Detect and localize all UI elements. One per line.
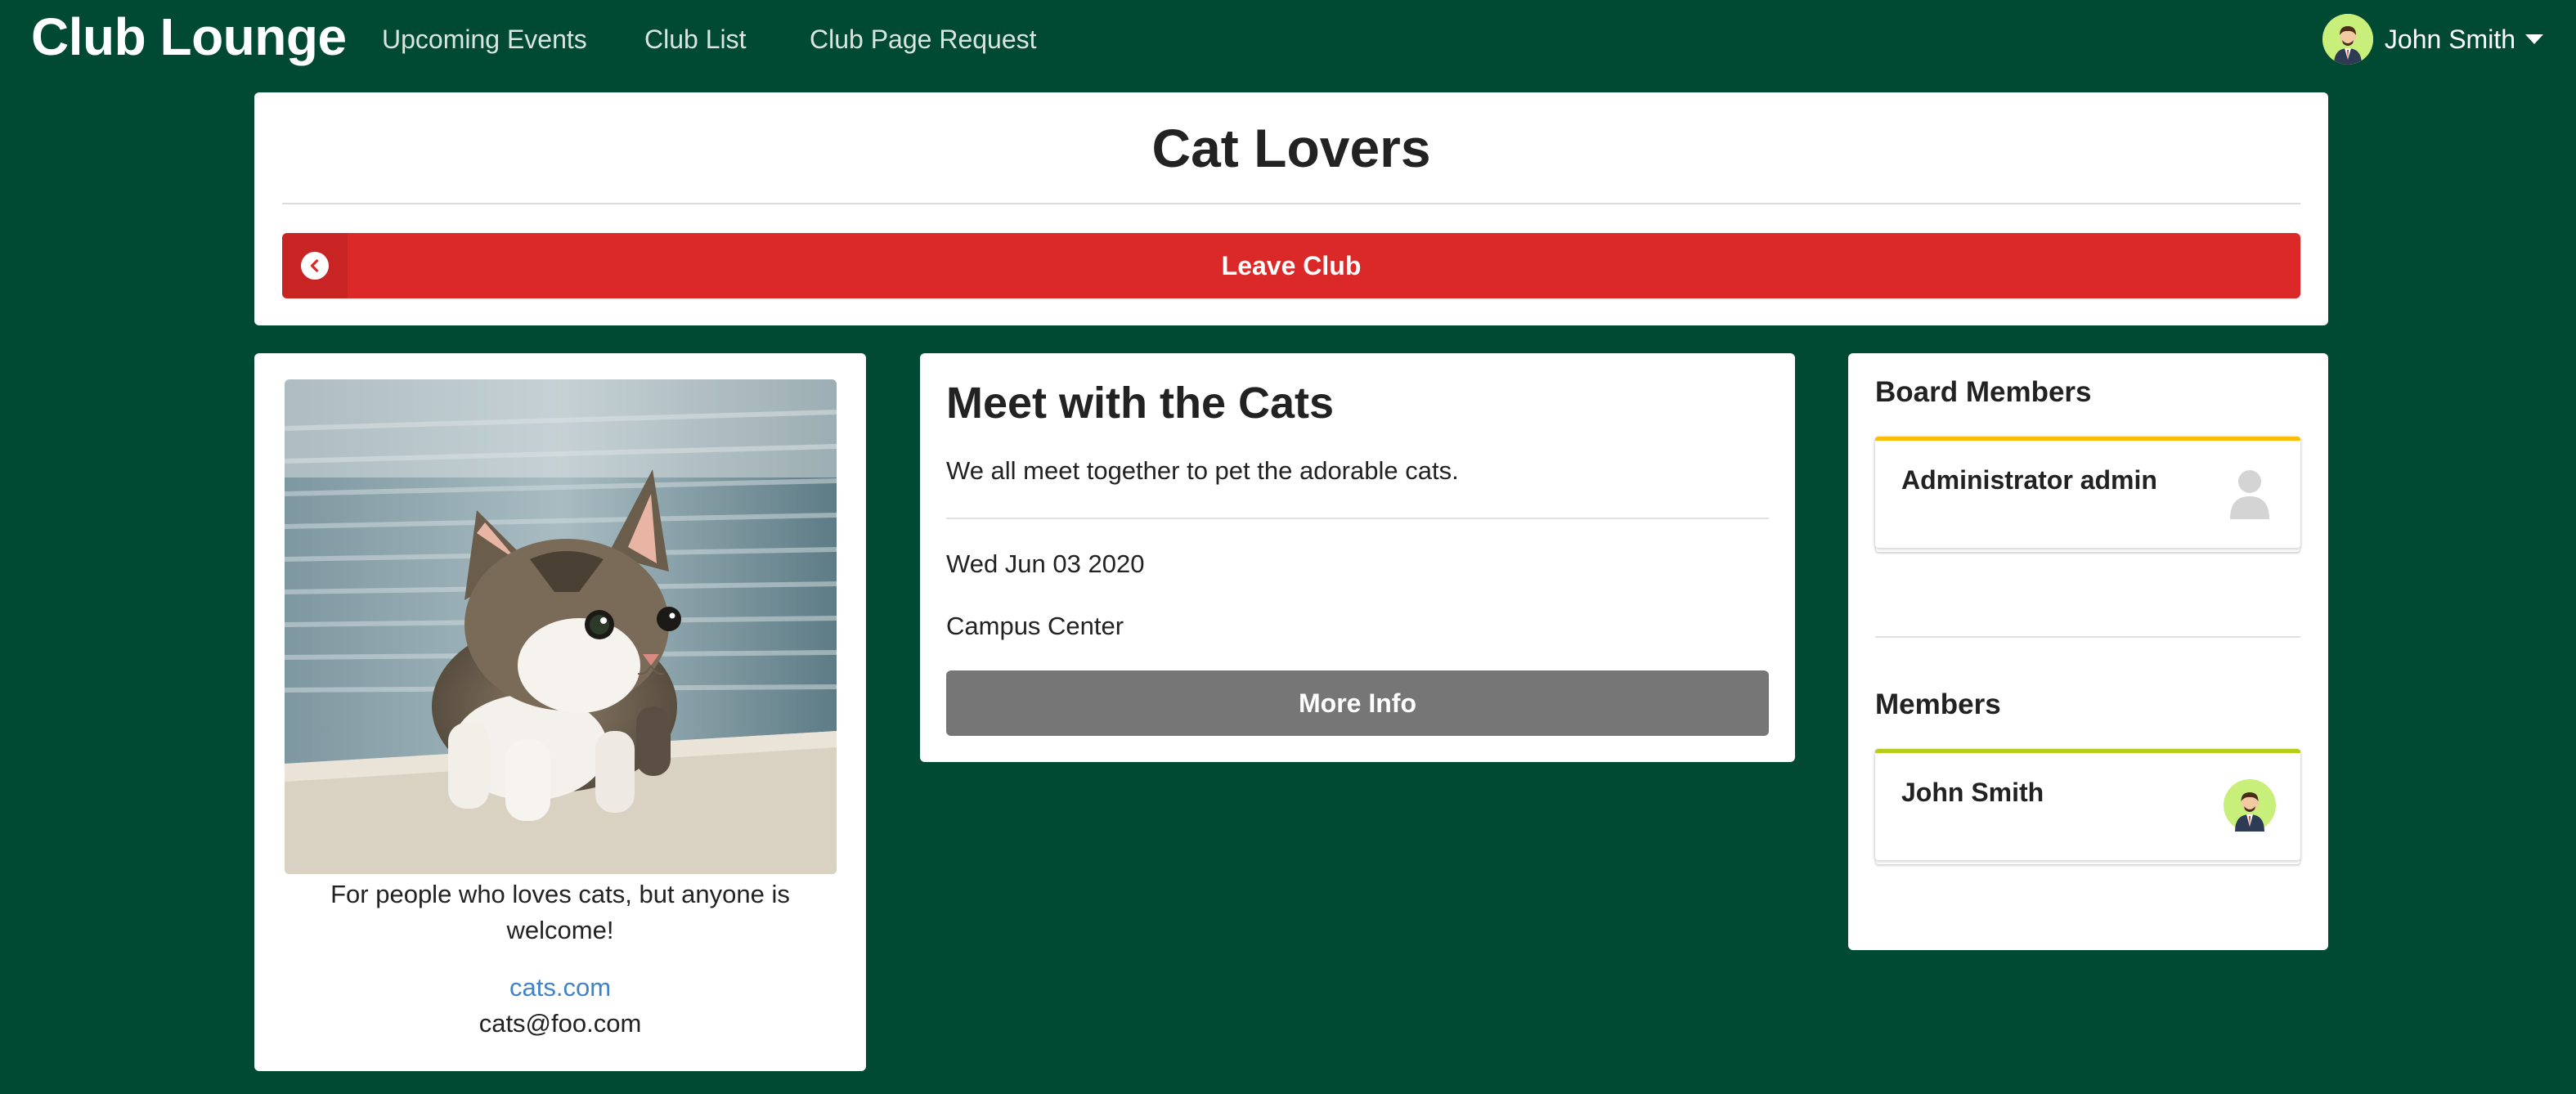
chevron-left-circle-icon [301, 252, 329, 280]
user-placeholder-icon [2224, 467, 2276, 519]
club-email: cats@foo.com [478, 1009, 642, 1038]
club-header-card: Cat Lovers Leave Club [254, 92, 2328, 325]
nav-link-upcoming-events[interactable]: Upcoming Events [382, 25, 587, 55]
leave-club-label: Leave Club [1221, 250, 1362, 280]
event-location: Campus Center [946, 612, 1124, 640]
divider [282, 203, 2300, 204]
members-heading: Members [1875, 688, 2001, 720]
members-card: Board Members Administrator admin Member… [1848, 353, 2328, 950]
more-info-button[interactable]: More Info [946, 670, 1769, 736]
event-card: Meet with the Cats We all meet together … [920, 353, 1795, 762]
event-date: Wed Jun 03 2020 [946, 549, 1145, 578]
member-card[interactable]: John Smith [1875, 749, 2300, 860]
member-name: Administrator admin [1901, 465, 2157, 495]
nav-link-club-list[interactable]: Club List [644, 25, 747, 55]
page-title: Cat Lovers [1151, 118, 1431, 178]
leave-icon-box [282, 233, 348, 298]
member-name: John Smith [1901, 778, 2044, 807]
event-title: Meet with the Cats [946, 379, 1335, 428]
user-menu-dropdown[interactable]: John Smith [2322, 13, 2543, 65]
user-name: John Smith [2384, 24, 2515, 54]
chevron-down-icon [2525, 34, 2543, 44]
brand-logo[interactable]: Club Lounge [31, 7, 347, 67]
avatar [2224, 779, 2276, 832]
board-members-heading: Board Members [1875, 376, 2092, 408]
club-info-card: For people who loves cats, but anyone is… [254, 353, 866, 1071]
club-description: For people who loves cats, but anyone is… [330, 880, 790, 944]
board-member-card[interactable]: Administrator admin [1875, 437, 2300, 548]
club-photo [285, 379, 837, 874]
divider [1875, 636, 2300, 638]
divider [946, 518, 1769, 519]
top-navbar: Club Lounge Upcoming Events Club List Cl… [0, 0, 2576, 82]
event-description: We all meet together to pet the adorable… [946, 456, 1459, 485]
club-website-link[interactable]: cats.com [254, 973, 866, 1002]
leave-club-button[interactable]: Leave Club [282, 233, 2300, 298]
nav-link-club-page-request[interactable]: Club Page Request [810, 25, 1037, 55]
avatar [2322, 14, 2373, 65]
